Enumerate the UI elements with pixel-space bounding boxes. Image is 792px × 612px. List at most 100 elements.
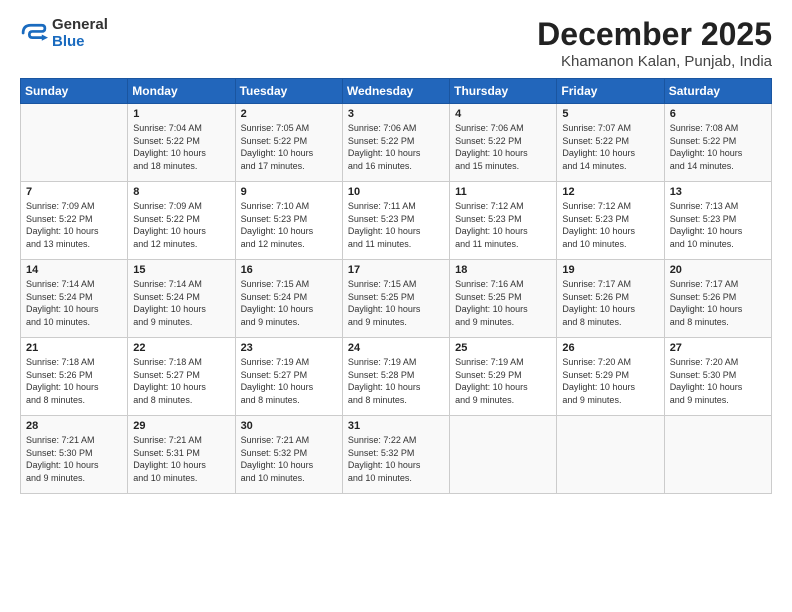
col-sunday: Sunday bbox=[21, 79, 128, 104]
day-number: 12 bbox=[562, 186, 658, 198]
day-number: 20 bbox=[670, 264, 766, 276]
cell-w0-d3: 3 Sunrise: 7:06 AMSunset: 5:22 PMDaylight… bbox=[342, 104, 449, 182]
day-info: Sunrise: 7:09 AMSunset: 5:22 PMDaylight:… bbox=[133, 200, 229, 250]
day-info: Sunrise: 7:18 AMSunset: 5:27 PMDaylight:… bbox=[133, 356, 229, 406]
cell-w1-d4: 11 Sunrise: 7:12 AMSunset: 5:23 PMDayligh… bbox=[450, 182, 557, 260]
cell-w0-d5: 5 Sunrise: 7:07 AMSunset: 5:22 PMDaylight… bbox=[557, 104, 664, 182]
cell-w2-d3: 17Sunrise: 7:15 AMSunset: 5:25 PMDayligh… bbox=[342, 260, 449, 338]
cell-w0-d0 bbox=[21, 104, 128, 182]
day-info: Sunrise: 7:13 AMSunset: 5:23 PMDaylight:… bbox=[670, 200, 766, 250]
day-number: 8 bbox=[133, 186, 229, 198]
day-number: 13 bbox=[670, 186, 766, 198]
day-number: 18 bbox=[455, 264, 551, 276]
day-info: Sunrise: 7:17 AMSunset: 5:26 PMDaylight:… bbox=[562, 278, 658, 328]
col-wednesday: Wednesday bbox=[342, 79, 449, 104]
day-info: Sunrise: 7:19 AMSunset: 5:29 PMDaylight:… bbox=[455, 356, 551, 406]
calendar-body: 1 Sunrise: 7:04 AMSunset: 5:22 PMDaylight… bbox=[21, 104, 772, 494]
day-number: 6 bbox=[670, 108, 766, 120]
day-number: 29 bbox=[133, 420, 229, 432]
day-number: 4 bbox=[455, 108, 551, 120]
day-info: Sunrise: 7:12 AMSunset: 5:23 PMDaylight:… bbox=[455, 200, 551, 250]
day-info: Sunrise: 7:21 AMSunset: 5:31 PMDaylight:… bbox=[133, 434, 229, 484]
day-number: 19 bbox=[562, 264, 658, 276]
day-number: 7 bbox=[26, 186, 122, 198]
header-row: Sunday Monday Tuesday Wednesday Thursday… bbox=[21, 79, 772, 104]
day-number: 1 bbox=[133, 108, 229, 120]
logo-icon bbox=[20, 19, 48, 47]
logo: General Blue bbox=[20, 16, 108, 50]
day-info: Sunrise: 7:10 AMSunset: 5:23 PMDaylight:… bbox=[241, 200, 337, 250]
day-number: 21 bbox=[26, 342, 122, 354]
cell-w1-d3: 10 Sunrise: 7:11 AMSunset: 5:23 PMDayligh… bbox=[342, 182, 449, 260]
day-info: Sunrise: 7:08 AMSunset: 5:22 PMDaylight:… bbox=[670, 122, 766, 172]
cell-w2-d2: 16Sunrise: 7:15 AMSunset: 5:24 PMDayligh… bbox=[235, 260, 342, 338]
day-number: 15 bbox=[133, 264, 229, 276]
day-number: 23 bbox=[241, 342, 337, 354]
week-row-1: 7 Sunrise: 7:09 AMSunset: 5:22 PMDaylight… bbox=[21, 182, 772, 260]
cell-w3-d3: 24Sunrise: 7:19 AMSunset: 5:28 PMDayligh… bbox=[342, 338, 449, 416]
cell-w0-d4: 4 Sunrise: 7:06 AMSunset: 5:22 PMDaylight… bbox=[450, 104, 557, 182]
day-number: 10 bbox=[348, 186, 444, 198]
cell-w1-d5: 12 Sunrise: 7:12 AMSunset: 5:23 PMDayligh… bbox=[557, 182, 664, 260]
day-info: Sunrise: 7:04 AMSunset: 5:22 PMDaylight:… bbox=[133, 122, 229, 172]
subtitle: Khamanon Kalan, Punjab, India bbox=[537, 53, 772, 70]
day-info: Sunrise: 7:21 AMSunset: 5:30 PMDaylight:… bbox=[26, 434, 122, 484]
day-number: 27 bbox=[670, 342, 766, 354]
day-info: Sunrise: 7:18 AMSunset: 5:26 PMDaylight:… bbox=[26, 356, 122, 406]
calendar-header: Sunday Monday Tuesday Wednesday Thursday… bbox=[21, 79, 772, 104]
logo-text: General Blue bbox=[52, 16, 108, 50]
day-info: Sunrise: 7:09 AMSunset: 5:22 PMDaylight:… bbox=[26, 200, 122, 250]
cell-w4-d0: 28Sunrise: 7:21 AMSunset: 5:30 PMDayligh… bbox=[21, 416, 128, 494]
page: General Blue December 2025 Khamanon Kala… bbox=[0, 0, 792, 612]
day-info: Sunrise: 7:20 AMSunset: 5:29 PMDaylight:… bbox=[562, 356, 658, 406]
day-number: 11 bbox=[455, 186, 551, 198]
day-number: 3 bbox=[348, 108, 444, 120]
day-number: 2 bbox=[241, 108, 337, 120]
day-number: 16 bbox=[241, 264, 337, 276]
week-row-2: 14Sunrise: 7:14 AMSunset: 5:24 PMDayligh… bbox=[21, 260, 772, 338]
day-info: Sunrise: 7:06 AMSunset: 5:22 PMDaylight:… bbox=[348, 122, 444, 172]
day-info: Sunrise: 7:06 AMSunset: 5:22 PMDaylight:… bbox=[455, 122, 551, 172]
col-monday: Monday bbox=[128, 79, 235, 104]
cell-w1-d6: 13 Sunrise: 7:13 AMSunset: 5:23 PMDayligh… bbox=[664, 182, 771, 260]
cell-w2-d0: 14Sunrise: 7:14 AMSunset: 5:24 PMDayligh… bbox=[21, 260, 128, 338]
cell-w3-d6: 27Sunrise: 7:20 AMSunset: 5:30 PMDayligh… bbox=[664, 338, 771, 416]
col-saturday: Saturday bbox=[664, 79, 771, 104]
cell-w3-d0: 21 Sunrise: 7:18 AMSunset: 5:26 PMDayligh… bbox=[21, 338, 128, 416]
week-row-4: 28Sunrise: 7:21 AMSunset: 5:30 PMDayligh… bbox=[21, 416, 772, 494]
cell-w0-d1: 1 Sunrise: 7:04 AMSunset: 5:22 PMDaylight… bbox=[128, 104, 235, 182]
col-friday: Friday bbox=[557, 79, 664, 104]
calendar-table: Sunday Monday Tuesday Wednesday Thursday… bbox=[20, 78, 772, 494]
cell-w2-d5: 19 Sunrise: 7:17 AMSunset: 5:26 PMDayligh… bbox=[557, 260, 664, 338]
day-number: 25 bbox=[455, 342, 551, 354]
cell-w2-d4: 18 Sunrise: 7:16 AMSunset: 5:25 PMDayligh… bbox=[450, 260, 557, 338]
week-row-3: 21 Sunrise: 7:18 AMSunset: 5:26 PMDayligh… bbox=[21, 338, 772, 416]
day-info: Sunrise: 7:07 AMSunset: 5:22 PMDaylight:… bbox=[562, 122, 658, 172]
cell-w1-d1: 8 Sunrise: 7:09 AMSunset: 5:22 PMDaylight… bbox=[128, 182, 235, 260]
cell-w4-d1: 29 Sunrise: 7:21 AMSunset: 5:31 PMDayligh… bbox=[128, 416, 235, 494]
cell-w3-d1: 22 Sunrise: 7:18 AMSunset: 5:27 PMDayligh… bbox=[128, 338, 235, 416]
cell-w4-d4 bbox=[450, 416, 557, 494]
day-number: 26 bbox=[562, 342, 658, 354]
cell-w3-d2: 23Sunrise: 7:19 AMSunset: 5:27 PMDayligh… bbox=[235, 338, 342, 416]
day-number: 5 bbox=[562, 108, 658, 120]
main-title: December 2025 bbox=[537, 16, 772, 53]
day-number: 24 bbox=[348, 342, 444, 354]
col-thursday: Thursday bbox=[450, 79, 557, 104]
cell-w3-d4: 25 Sunrise: 7:19 AMSunset: 5:29 PMDayligh… bbox=[450, 338, 557, 416]
day-info: Sunrise: 7:14 AMSunset: 5:24 PMDaylight:… bbox=[133, 278, 229, 328]
cell-w4-d2: 30Sunrise: 7:21 AMSunset: 5:32 PMDayligh… bbox=[235, 416, 342, 494]
title-block: December 2025 Khamanon Kalan, Punjab, In… bbox=[537, 16, 772, 70]
cell-w4-d3: 31Sunrise: 7:22 AMSunset: 5:32 PMDayligh… bbox=[342, 416, 449, 494]
day-number: 22 bbox=[133, 342, 229, 354]
cell-w0-d2: 2Sunrise: 7:05 AMSunset: 5:22 PMDaylight… bbox=[235, 104, 342, 182]
cell-w2-d6: 20Sunrise: 7:17 AMSunset: 5:26 PMDayligh… bbox=[664, 260, 771, 338]
day-info: Sunrise: 7:21 AMSunset: 5:32 PMDaylight:… bbox=[241, 434, 337, 484]
cell-w1-d2: 9Sunrise: 7:10 AMSunset: 5:23 PMDaylight… bbox=[235, 182, 342, 260]
day-info: Sunrise: 7:15 AMSunset: 5:25 PMDaylight:… bbox=[348, 278, 444, 328]
day-info: Sunrise: 7:16 AMSunset: 5:25 PMDaylight:… bbox=[455, 278, 551, 328]
day-info: Sunrise: 7:11 AMSunset: 5:23 PMDaylight:… bbox=[348, 200, 444, 250]
day-info: Sunrise: 7:12 AMSunset: 5:23 PMDaylight:… bbox=[562, 200, 658, 250]
cell-w1-d0: 7 Sunrise: 7:09 AMSunset: 5:22 PMDaylight… bbox=[21, 182, 128, 260]
cell-w2-d1: 15 Sunrise: 7:14 AMSunset: 5:24 PMDayligh… bbox=[128, 260, 235, 338]
